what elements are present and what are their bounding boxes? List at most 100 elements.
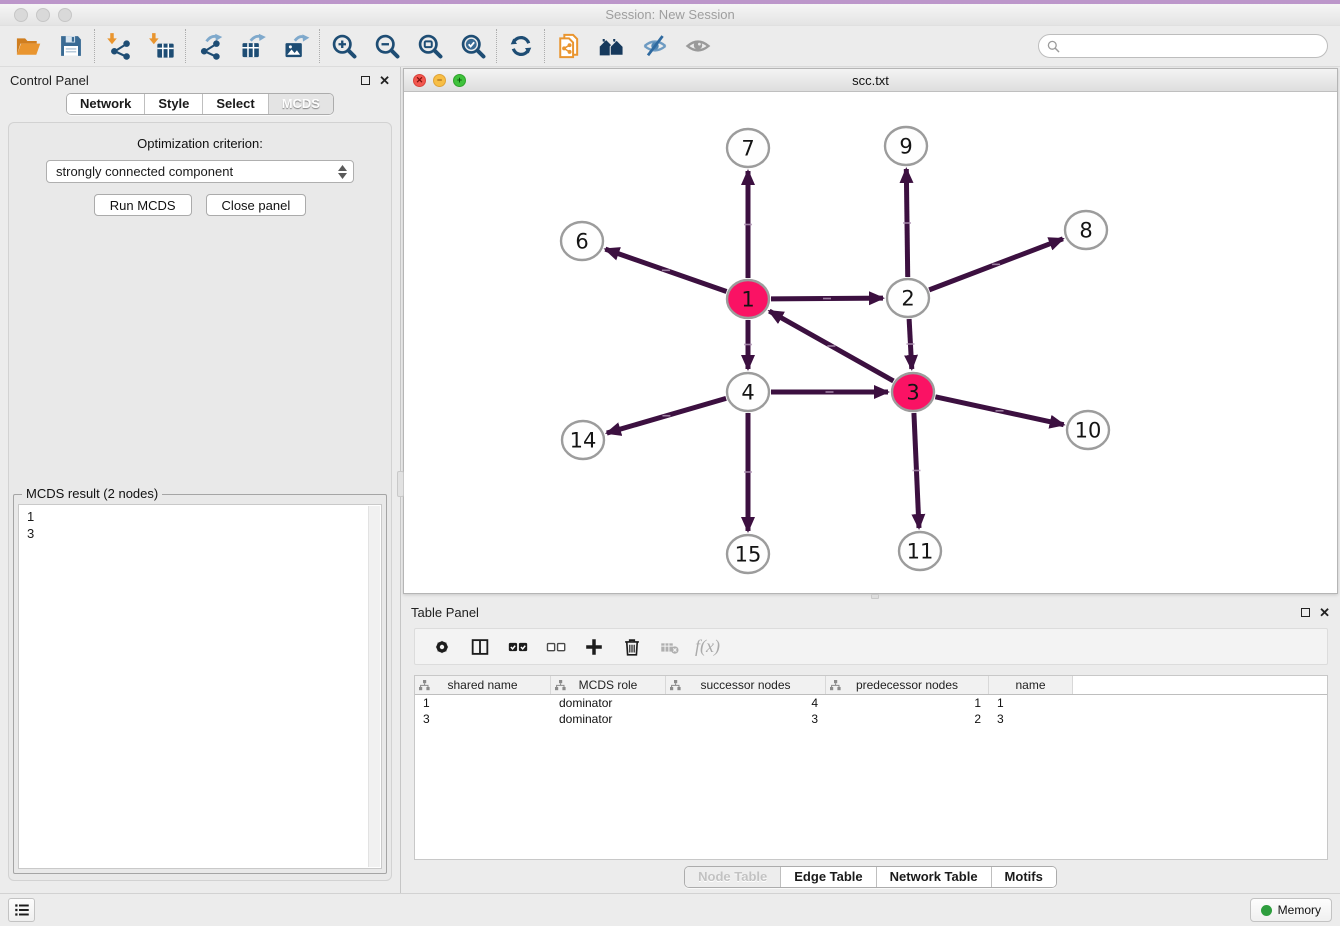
import-network-icon: [105, 32, 133, 60]
import-table-icon: [148, 32, 176, 60]
zoom-in-button[interactable]: [322, 28, 365, 64]
search-input[interactable]: [1065, 39, 1319, 53]
tab-motifs[interactable]: Motifs: [991, 867, 1056, 887]
task-history-button[interactable]: [8, 898, 35, 922]
tree-icon: [555, 680, 566, 691]
graph-node-label: 7: [741, 137, 754, 161]
close-panel-button[interactable]: Close panel: [206, 194, 307, 216]
first-neighbors-button[interactable]: [590, 28, 633, 64]
table-cell[interactable]: 3: [989, 712, 1073, 726]
table-cell[interactable]: 1: [989, 696, 1073, 710]
table-cell[interactable]: 4: [666, 696, 826, 710]
mcds-tab-content: Optimization criterion: strongly connect…: [8, 122, 392, 881]
zoom-out-icon: [373, 32, 401, 60]
tab-mcds[interactable]: MCDS: [268, 94, 333, 114]
eye-icon: [684, 32, 712, 60]
search-field[interactable]: [1038, 34, 1328, 58]
tab-node-table[interactable]: Node Table: [685, 867, 780, 887]
graph-node-label: 4: [741, 381, 754, 405]
select-all-button[interactable]: [501, 632, 534, 662]
close-table-panel-icon[interactable]: ✕: [1319, 608, 1330, 617]
column-visibility-button[interactable]: [463, 632, 496, 662]
export-network-button[interactable]: [188, 28, 231, 64]
horizontal-splitter-handle[interactable]: [871, 594, 879, 599]
network-zoom-button[interactable]: +: [453, 74, 466, 87]
clone-network-button[interactable]: [547, 28, 590, 64]
table-cell[interactable]: dominator: [551, 696, 666, 710]
delete-column-button[interactable]: [615, 632, 648, 662]
tree-icon: [830, 680, 841, 691]
table-cell[interactable]: dominator: [551, 712, 666, 726]
column-header-mcds-role[interactable]: MCDS role: [551, 676, 666, 694]
tree-icon: [670, 680, 681, 691]
function-builder-icon[interactable]: f(x): [695, 636, 720, 657]
trash-icon: [621, 636, 643, 658]
houses-icon: [598, 32, 626, 60]
graph-node-label: 15: [735, 543, 762, 567]
zoom-fit-icon: [416, 32, 444, 60]
vertical-splitter-handle[interactable]: [397, 471, 404, 497]
zoom-out-button[interactable]: [365, 28, 408, 64]
tab-network[interactable]: Network: [67, 94, 144, 114]
table-cell[interactable]: 1: [415, 696, 551, 710]
save-session-button[interactable]: [49, 28, 92, 64]
checked-boxes-icon: [507, 636, 529, 658]
network-canvas[interactable]: 1234678910111415: [404, 92, 1337, 593]
window-title: Session: New Session: [0, 7, 1340, 22]
delete-table-button[interactable]: [653, 632, 686, 662]
column-header-shared-name[interactable]: shared name: [415, 676, 551, 694]
memory-button[interactable]: Memory: [1250, 898, 1332, 922]
table-settings-button[interactable]: [425, 632, 458, 662]
criterion-dropdown[interactable]: strongly connected component: [46, 160, 354, 183]
search-icon: [1047, 40, 1060, 53]
zoom-selected-icon: [459, 32, 487, 60]
export-image-button[interactable]: [274, 28, 317, 64]
network-minimize-button[interactable]: −: [433, 74, 446, 87]
tab-network-table[interactable]: Network Table: [876, 867, 991, 887]
horizontal-splitter[interactable]: [401, 594, 1340, 599]
graph-node-label: 11: [907, 540, 934, 564]
deselect-all-button[interactable]: [539, 632, 572, 662]
toolbar-separator: [496, 29, 497, 63]
mcds-result-group: MCDS result (2 nodes) 13: [13, 494, 387, 874]
table-cell[interactable]: 3: [666, 712, 826, 726]
table-row[interactable]: 1dominator411: [415, 695, 1327, 711]
result-scrollbar[interactable]: [368, 506, 380, 867]
import-network-button[interactable]: [97, 28, 140, 64]
network-close-button[interactable]: ✕: [413, 74, 426, 87]
export-network-icon: [196, 32, 224, 60]
open-file-button[interactable]: [6, 28, 49, 64]
tab-style[interactable]: Style: [144, 94, 202, 114]
refresh-button[interactable]: [499, 28, 542, 64]
column-header-name[interactable]: name: [989, 676, 1073, 694]
toolbar-separator: [319, 29, 320, 63]
app-window: Session: New Session: [0, 0, 1340, 926]
mcds-result-textarea[interactable]: 13: [18, 504, 382, 869]
table-row[interactable]: 3dominator323: [415, 711, 1327, 727]
tab-select[interactable]: Select: [202, 94, 267, 114]
float-table-panel-icon[interactable]: [1301, 608, 1310, 617]
hide-selected-button[interactable]: [633, 28, 676, 64]
node-table[interactable]: shared nameMCDS rolesuccessor nodesprede…: [414, 675, 1328, 860]
tree-icon: [419, 680, 430, 691]
network-window-titlebar[interactable]: ✕ − + scc.txt: [404, 69, 1337, 92]
table-cell[interactable]: 3: [415, 712, 551, 726]
zoom-selected-button[interactable]: [451, 28, 494, 64]
import-table-button[interactable]: [140, 28, 183, 64]
column-header-successor-nodes[interactable]: successor nodes: [666, 676, 826, 694]
graph-node-label: 6: [575, 230, 588, 254]
column-header-predecessor-nodes[interactable]: predecessor nodes: [826, 676, 989, 694]
show-all-button[interactable]: [676, 28, 719, 64]
run-mcds-button[interactable]: Run MCDS: [94, 194, 192, 216]
add-column-button[interactable]: [577, 632, 610, 662]
float-panel-icon[interactable]: [361, 76, 370, 85]
export-table-button[interactable]: [231, 28, 274, 64]
graph-node-label: 8: [1079, 219, 1092, 243]
zoom-fit-button[interactable]: [408, 28, 451, 64]
table-cell[interactable]: 1: [826, 696, 989, 710]
mcds-result-line: 1: [27, 508, 363, 525]
table-cell[interactable]: 2: [826, 712, 989, 726]
tab-edge-table[interactable]: Edge Table: [780, 867, 875, 887]
close-panel-icon[interactable]: ✕: [379, 76, 390, 85]
graph-node-label: 2: [901, 287, 914, 311]
